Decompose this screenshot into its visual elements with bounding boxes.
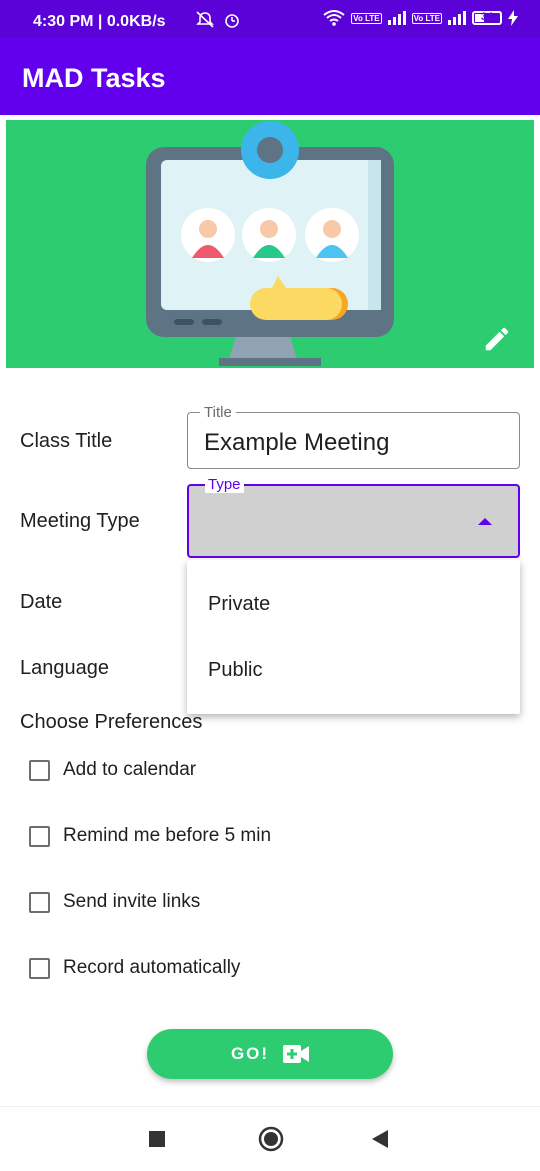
app-title: MAD Tasks — [22, 63, 166, 93]
go-button-label: GO! — [230, 1044, 270, 1063]
dropdown-option-public[interactable]: Public — [208, 659, 262, 682]
meeting-banner-image — [6, 120, 534, 368]
title-input-value: Example Meeting — [204, 429, 390, 456]
checkbox-box[interactable] — [29, 957, 50, 979]
battery-level: 34 — [480, 11, 494, 23]
checkbox-box[interactable] — [29, 825, 50, 847]
volte-badge-2: Vo LTE — [411, 12, 442, 24]
dropdown-option-private[interactable]: Private — [208, 593, 270, 616]
signal-icon-1 — [387, 11, 406, 25]
video-add-icon — [283, 1045, 310, 1063]
pencil-icon[interactable] — [482, 324, 512, 354]
charging-icon — [508, 10, 518, 26]
type-dropdown[interactable]: Type — [187, 476, 520, 558]
signal-icon-2 — [448, 11, 466, 25]
checkbox-box[interactable] — [29, 891, 50, 913]
status-notification-icons — [196, 11, 244, 34]
checkbox-label: Record automatically — [63, 957, 241, 978]
mute-alarm-icons — [196, 11, 239, 28]
battery-icon: 34 — [472, 11, 502, 25]
status-bar: 4:30 PM | 0.0KB/s Vo LTE Vo LTE 34 — [0, 0, 540, 38]
title-input[interactable]: Title Example Meeting — [187, 404, 520, 469]
volte-badge-1: Vo LTE — [351, 12, 382, 24]
status-right-icons: Vo LTE Vo LTE 34 — [323, 10, 518, 26]
recents-icon[interactable] — [149, 1131, 165, 1147]
arrow-up-icon[interactable] — [478, 518, 492, 525]
go-button[interactable]: GO! — [147, 1029, 393, 1079]
checkbox-label: Add to calendar — [63, 759, 197, 780]
system-nav-bar — [0, 1106, 540, 1171]
date-label: Date — [20, 591, 63, 613]
checkbox-label: Send invite links — [63, 891, 201, 912]
back-icon[interactable] — [372, 1130, 388, 1148]
checkbox-send-invite-links[interactable]: Send invite links — [29, 889, 200, 915]
status-time: 4:30 PM | 0.0KB/s — [33, 13, 166, 30]
app-bar: MAD Tasks — [0, 38, 540, 115]
checkbox-label: Remind me before 5 min — [63, 825, 272, 846]
checkbox-remind-me[interactable]: Remind me before 5 min — [29, 823, 271, 849]
meeting-type-label: Meeting Type — [20, 510, 140, 532]
checkbox-record-automatically[interactable]: Record automatically — [29, 955, 240, 981]
checkbox-add-to-calendar[interactable]: Add to calendar — [29, 757, 196, 783]
class-title-label: Class Title — [20, 430, 113, 452]
type-dropdown-menu: Private Public — [187, 560, 520, 714]
language-label: Language — [20, 657, 109, 679]
wifi-icon — [323, 10, 345, 26]
title-input-legend: Title — [200, 404, 236, 421]
home-icon[interactable] — [258, 1126, 284, 1152]
video-meeting-illustration — [146, 121, 394, 366]
type-dropdown-legend: Type — [205, 476, 244, 493]
checkbox-box[interactable] — [29, 759, 50, 781]
preferences-heading: Choose Preferences — [20, 711, 203, 733]
